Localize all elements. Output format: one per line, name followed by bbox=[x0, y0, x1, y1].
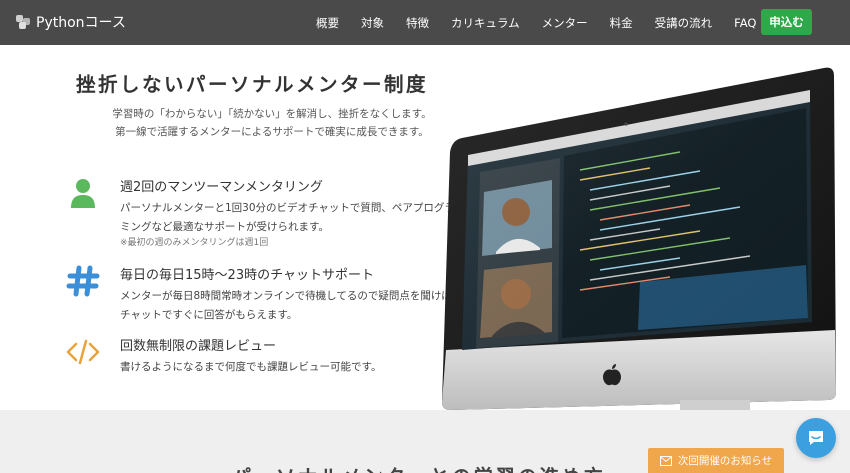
feature-description-text: パーソナルメンターと1回30分のビデオチャットで質問、ペアプログラミングなど最適… bbox=[120, 202, 455, 233]
feature-note: ※最初の週のみメンタリングは週1回 bbox=[120, 238, 269, 248]
code-icon bbox=[66, 339, 100, 365]
feature-description: パーソナルメンターと1回30分のビデオチャットで質問、ペアプログラミングなど最適… bbox=[120, 199, 460, 250]
person-icon bbox=[71, 179, 95, 208]
mail-icon bbox=[659, 455, 672, 466]
monitor-illustration bbox=[442, 67, 836, 410]
python-logo-icon bbox=[16, 15, 30, 29]
monitor-stand bbox=[680, 400, 750, 410]
main-nav: 概要 対象 特徴 カリキュラム メンター 料金 受講の流れ FAQ bbox=[316, 0, 778, 45]
hero-subtitle-line-2: 第一線で活躍するメンターによるサポートで確実に成長できます。 bbox=[115, 126, 429, 138]
page-title: 挫折しないパーソナルメンター制度 bbox=[76, 73, 429, 96]
chat-widget-button[interactable] bbox=[796, 418, 836, 458]
notice-label: 次回開催のお知らせ bbox=[677, 455, 773, 467]
nav-item-overview[interactable]: 概要 bbox=[316, 15, 339, 31]
nav-item-features[interactable]: 特徴 bbox=[406, 15, 429, 31]
feature-description: メンターが毎日8時間常時オンラインで待機してるので疑問点を聞けばチャットですぐに… bbox=[120, 290, 452, 321]
hashtag-icon bbox=[66, 265, 100, 297]
nav-item-flow[interactable]: 受講の流れ bbox=[655, 15, 713, 31]
nav-item-curriculum[interactable]: カリキュラム bbox=[451, 15, 520, 31]
camera-dot bbox=[624, 122, 628, 126]
nav-item-faq[interactable]: FAQ bbox=[734, 16, 756, 30]
chat-bubble-icon bbox=[809, 431, 823, 445]
next-session-notice-button[interactable]: 次回開催のお知らせ bbox=[648, 448, 784, 473]
logo[interactable]: Pythonコース bbox=[16, 12, 126, 32]
nav-item-price[interactable]: 料金 bbox=[610, 15, 633, 31]
section-title: パーソナルメンターとの学習の進め方 bbox=[232, 462, 606, 473]
logo-text: Pythonコース bbox=[36, 15, 126, 31]
hero-subtitle-line-1: 学習時の「わからない」「続かない」を解消し、挫折をなくします。 bbox=[112, 108, 432, 120]
hero-subtitle: 学習時の「わからない」「続かない」を解消し、挫折をなくします。 第一線で活躍する… bbox=[82, 105, 462, 141]
feature-title: 週2回のマンツーマンメンタリング bbox=[120, 180, 323, 195]
top-header: Pythonコース 概要 対象 特徴 カリキュラム メンター 料金 受講の流れ … bbox=[0, 0, 850, 45]
feature-title: 回数無制限の課題レビュー bbox=[120, 339, 277, 354]
nav-item-mentor[interactable]: メンター bbox=[542, 15, 588, 31]
feature-description: 書けるようになるまで何度でも課題レビュー可能です。 bbox=[120, 361, 382, 373]
nav-item-target[interactable]: 対象 bbox=[361, 15, 384, 31]
feature-title: 毎日の毎日15時〜23時のチャットサポート bbox=[120, 268, 374, 283]
apply-button[interactable]: 申込む bbox=[761, 9, 812, 35]
